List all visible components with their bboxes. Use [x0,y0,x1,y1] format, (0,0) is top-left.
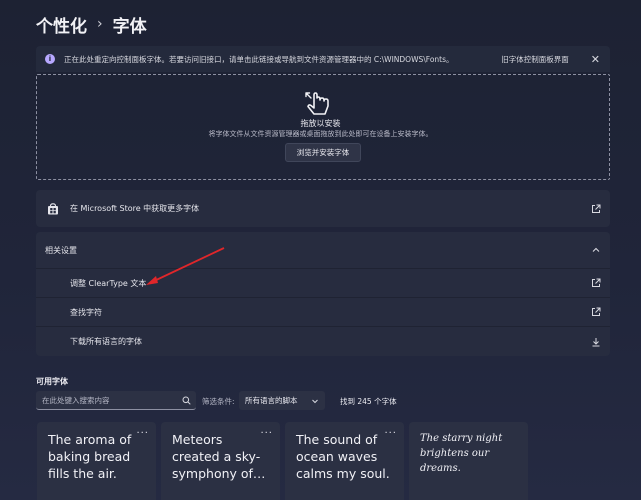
info-bar: i 正在此处重定向控制面板字体。若要访问旧接口，请单击此链接或导航到文件资源管理… [36,46,610,72]
font-sample-text: The aroma of baking bread fills the air. [48,432,132,481]
breadcrumb-parent[interactable]: 个性化 [36,12,87,37]
related-item-label: 查找字符 [70,307,102,317]
search-icon [182,396,191,405]
external-link-icon [592,307,601,316]
breadcrumb-separator: › [97,16,103,32]
more-options-icon[interactable]: ··· [136,428,149,439]
font-sample-text: Meteors created a sky-symphony of… [172,432,266,481]
font-sample-text: The starry night brightens our dreams. [420,433,503,474]
external-link-icon [592,278,601,287]
external-link-icon [592,204,601,213]
browse-install-button[interactable]: 浏览并安装字体 [285,143,361,162]
breadcrumb: 个性化 › 字体 [36,10,147,38]
font-count: 找到 245 个字体 [340,397,397,406]
more-options-icon[interactable]: ··· [384,428,397,439]
related-item-download-fonts[interactable]: 下载所有语言的字体 [36,327,610,356]
related-item-label: 下载所有语言的字体 [70,337,142,346]
search-placeholder: 在此处键入搜索内容 [42,395,110,405]
font-sample-text: The sound of ocean waves calms my soul. [296,432,390,481]
related-item-character-map[interactable]: 查找字符 [36,298,610,327]
download-icon [592,337,600,346]
available-fonts-title: 可用字体 [36,377,68,386]
related-settings-header[interactable]: 相关设置 [36,232,610,269]
related-item-cleartype[interactable]: 调整 ClearType 文本 [36,269,610,298]
chevron-down-icon [312,399,318,403]
drop-zone-title: 拖放以安装 [300,119,341,128]
more-options-icon[interactable]: ··· [260,428,273,439]
font-search-input[interactable]: 在此处键入搜索内容 [36,391,196,410]
drop-zone-subtitle: 将字体文件从文件资源管理器或桌面拖放到此处即可在设备上安装字体。 [208,130,433,138]
filter-label: 筛选条件: [202,397,235,406]
font-card[interactable]: The sound of ocean waves calms my soul. … [285,422,404,500]
close-icon[interactable]: ✕ [591,53,600,66]
page-title: 字体 [112,16,147,37]
chevron-up-icon [592,247,600,252]
legacy-control-panel-link[interactable]: 旧字体控制面板界面 [501,54,569,65]
info-message: 正在此处重定向控制面板字体。若要访问旧接口，请单击此链接或导航到文件资源管理器中… [64,54,454,64]
language-filter-dropdown[interactable]: 所有语言的脚本 [239,391,325,410]
store-fonts-label: 在 Microsoft Store 中获取更多字体 [70,204,200,213]
filter-value: 所有语言的脚本 [245,396,298,405]
drag-hand-icon [305,92,329,115]
annotation-arrow [146,247,225,285]
font-card[interactable]: Meteors created a sky-symphony of… ··· [161,422,280,500]
store-icon [48,202,58,214]
related-settings-title: 相关设置 [45,245,77,255]
store-fonts-row[interactable]: 在 Microsoft Store 中获取更多字体 [36,190,610,227]
info-icon: i [45,54,55,64]
related-settings: 相关设置 调整 ClearType 文本 查找字符 下载所有语言的字体 [36,232,610,356]
font-card[interactable]: The aroma of baking bread fills the air.… [37,422,156,500]
font-card[interactable]: The starry night brightens our dreams. [409,422,528,500]
